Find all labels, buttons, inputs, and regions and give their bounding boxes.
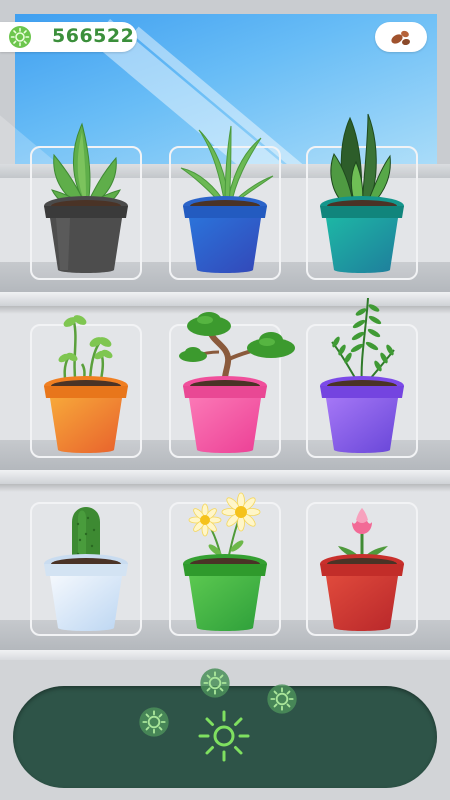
bonsai-plant[interactable]	[169, 290, 299, 460]
spider-plant[interactable]	[169, 110, 281, 280]
sun-collector-icon[interactable]	[196, 708, 252, 764]
tulip-plant[interactable]	[306, 468, 418, 638]
daisy-plant[interactable]	[169, 468, 281, 638]
sun-coin-icon[interactable]	[138, 706, 170, 738]
sprout-plant[interactable]	[30, 290, 142, 460]
fern-plant[interactable]	[306, 290, 418, 460]
aloe-plant[interactable]	[30, 110, 142, 280]
seeds-icon	[391, 30, 410, 46]
sun-coin-icon[interactable]	[199, 667, 231, 699]
currency-value: 566522	[52, 25, 135, 47]
cactus-plant[interactable]	[30, 468, 142, 638]
sun-coin-icon	[9, 26, 31, 48]
currency-badge: 566522	[0, 22, 137, 52]
seeds-button[interactable]	[375, 22, 427, 52]
snake-plant[interactable]	[306, 110, 418, 280]
sun-coin-icon[interactable]	[266, 683, 298, 715]
